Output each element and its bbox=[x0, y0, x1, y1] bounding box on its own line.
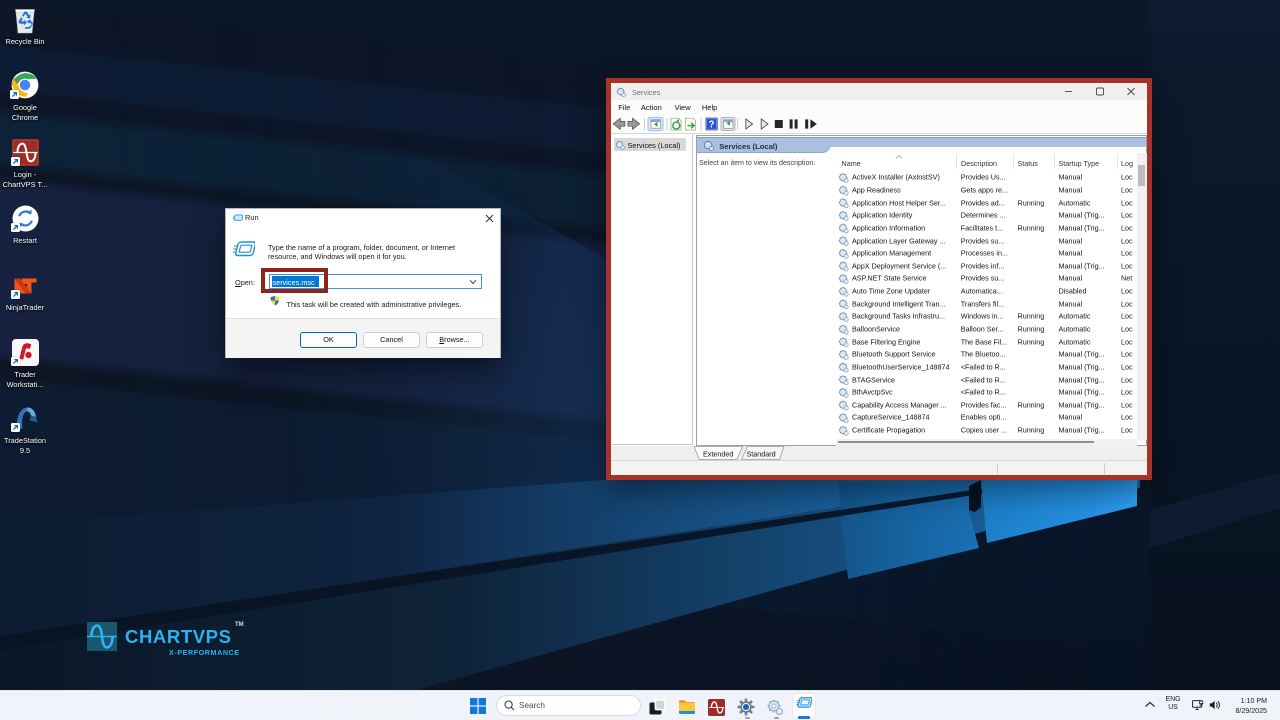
svg-text:?: ? bbox=[709, 120, 715, 131]
svg-text:Standard: Standard bbox=[747, 449, 776, 458]
svg-text:Extended: Extended bbox=[703, 449, 733, 458]
